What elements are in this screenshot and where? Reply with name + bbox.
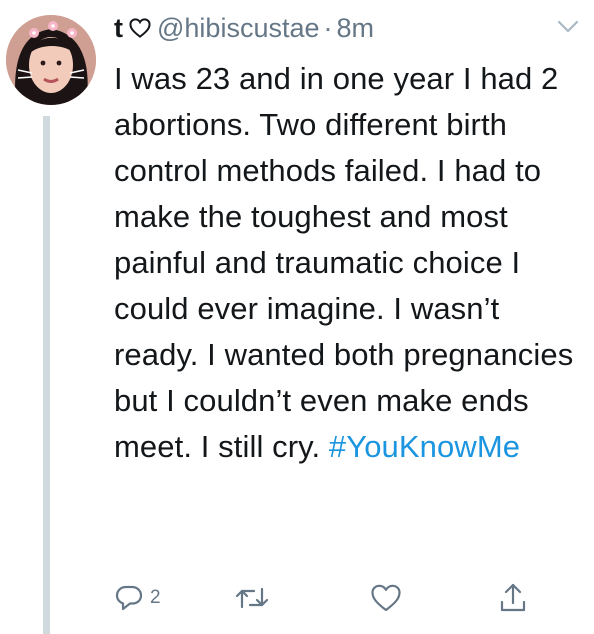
retweet-button[interactable] xyxy=(234,578,270,618)
tweet-body: I was 23 and in one year I had 2 abortio… xyxy=(114,61,574,464)
header-separator: · xyxy=(323,12,333,43)
heart-outline-icon xyxy=(129,18,151,38)
retweet-icon xyxy=(235,587,269,609)
like-button[interactable] xyxy=(370,578,402,618)
thread-line xyxy=(43,116,50,634)
reply-icon xyxy=(115,585,143,611)
share-button[interactable] xyxy=(498,578,528,618)
tweet-text: I was 23 and in one year I had 2 abortio… xyxy=(114,56,586,470)
tweet-timestamp[interactable]: 8m xyxy=(337,13,375,44)
tweet-header: t @hibiscustae · 8m xyxy=(114,6,374,50)
display-name[interactable]: t xyxy=(114,13,123,44)
user-handle[interactable]: @hibiscustae xyxy=(157,13,320,44)
share-icon xyxy=(500,583,526,612)
reply-button[interactable]: 2 xyxy=(114,578,161,618)
avatar[interactable] xyxy=(6,15,96,105)
hashtag-link[interactable]: #YouKnowMe xyxy=(329,429,520,464)
reply-count: 2 xyxy=(150,587,161,608)
chevron-down-icon[interactable] xyxy=(551,12,585,42)
avatar-image xyxy=(6,15,96,105)
heart-icon xyxy=(371,584,401,612)
tweet-actions: 2 xyxy=(114,578,534,618)
